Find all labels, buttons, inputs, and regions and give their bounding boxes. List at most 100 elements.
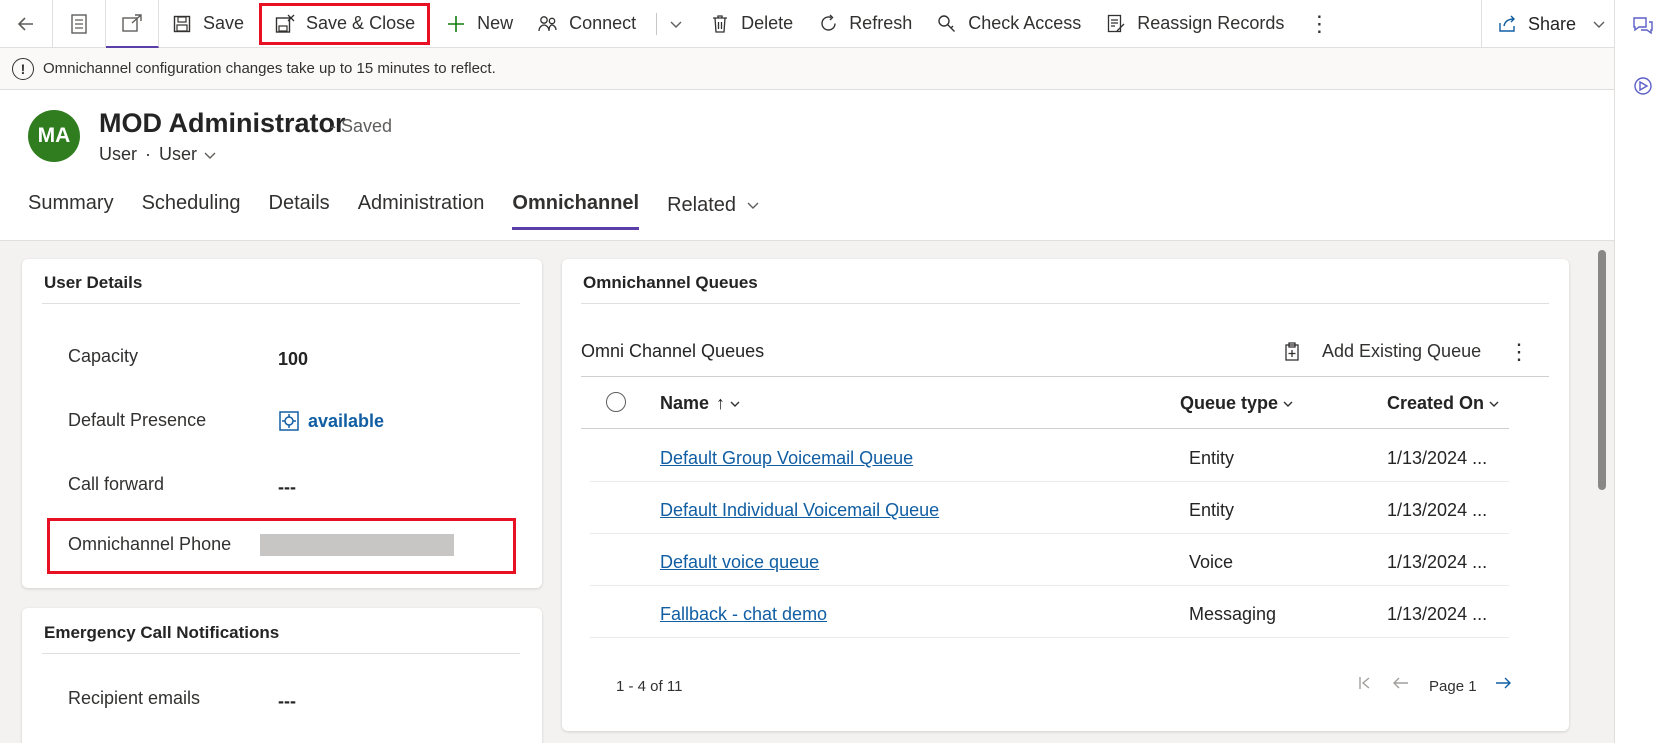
save-close-button[interactable]: Save & Close	[256, 0, 433, 48]
column-header-name[interactable]: Name ↑	[660, 393, 741, 414]
column-header-queue-type[interactable]: Queue type	[1180, 393, 1294, 414]
call-forward-label: Call forward	[68, 474, 165, 494]
tab-related[interactable]: Related	[667, 192, 760, 230]
previous-page-icon[interactable]	[1392, 675, 1410, 696]
sort-ascending-icon: ↑	[716, 393, 726, 413]
reassign-records-button[interactable]: Reassign Records	[1093, 0, 1296, 48]
connect-dropdown-button[interactable]	[665, 0, 697, 48]
avatar-initials: MA	[37, 124, 71, 147]
first-page-icon[interactable]	[1357, 675, 1373, 696]
chevron-down-icon	[204, 152, 216, 159]
queue-name-link[interactable]: Fallback - chat demo	[660, 604, 827, 625]
omnichannel-queues-section: Omnichannel Queues Omni Channel Queues A…	[562, 259, 1569, 731]
queue-type-cell: Entity	[1189, 448, 1235, 468]
chevron-down-icon	[1283, 401, 1293, 407]
share-button[interactable]: Share	[1481, 0, 1620, 48]
section-divider	[42, 303, 520, 304]
divider	[656, 12, 658, 35]
created-on-cell: 1/13/2024 ...	[1387, 448, 1488, 468]
save-close-label: Save & Close	[306, 13, 416, 33]
queue-type-cell: Messaging	[1189, 604, 1277, 624]
default-presence-lookup[interactable]: available	[278, 410, 384, 432]
back-arrow-icon	[17, 16, 33, 31]
save-button[interactable]: Save	[159, 0, 256, 48]
tab-summary[interactable]: Summary	[28, 192, 114, 230]
chevron-down-icon	[747, 202, 759, 209]
queue-name-link[interactable]: Default Group Voicemail Queue	[660, 448, 913, 469]
save-icon	[171, 13, 193, 35]
omnichannel-phone-field[interactable]	[260, 534, 454, 556]
entity-name: User	[99, 144, 138, 164]
add-existing-queue-button[interactable]: Add Existing Queue	[1284, 341, 1481, 362]
default-presence-label: Default Presence	[68, 410, 207, 430]
queue-type-cell: Voice	[1189, 552, 1234, 572]
section-title: User Details	[44, 273, 143, 292]
column-type-label: Queue type	[1180, 393, 1279, 413]
capacity-label: Capacity	[68, 346, 139, 366]
grid-header-divider	[581, 428, 1509, 429]
chevron-down-icon	[1489, 401, 1499, 407]
more-vertical-icon: ⋮	[1308, 10, 1331, 36]
form-view-button[interactable]	[53, 0, 106, 48]
created-on-cell: 1/13/2024 ...	[1387, 604, 1488, 624]
recipient-emails-value[interactable]: ---	[278, 691, 296, 712]
column-header-created-on[interactable]: Created On	[1387, 393, 1500, 414]
popout-button[interactable]	[106, 0, 159, 48]
refresh-icon	[817, 13, 839, 35]
add-record-icon	[1285, 341, 1299, 361]
check-access-label: Check Access	[968, 13, 1082, 33]
tab-scheduling[interactable]: Scheduling	[142, 192, 241, 230]
tab-omnichannel[interactable]: Omnichannel	[512, 192, 640, 230]
section-divider	[42, 653, 520, 654]
info-icon: !	[12, 57, 34, 80]
queue-name-link[interactable]: Default Individual Voicemail Queue	[660, 500, 939, 521]
row-divider	[590, 637, 1509, 638]
call-forward-value[interactable]: ---	[278, 477, 296, 498]
chevron-down-icon	[1593, 21, 1605, 28]
default-presence-value: available	[308, 410, 385, 431]
save-label: Save	[203, 13, 245, 33]
refresh-button[interactable]: Refresh	[805, 0, 924, 48]
tab-related-label: Related	[667, 193, 737, 216]
form-icon	[71, 13, 87, 34]
form-name: User	[159, 144, 198, 164]
save-status: - Saved	[330, 116, 393, 136]
column-name-label: Name	[660, 393, 710, 413]
check-access-button[interactable]: Check Access	[924, 0, 1093, 48]
row-divider	[590, 585, 1509, 586]
open-new-window-icon	[122, 13, 142, 32]
share-icon	[1499, 15, 1515, 32]
share-label: Share	[1528, 13, 1577, 34]
trash-icon	[709, 13, 731, 35]
new-button[interactable]: New	[433, 0, 525, 48]
record-subtitle: User · User	[99, 144, 217, 165]
form-selector[interactable]: User	[159, 144, 217, 165]
more-commands-button[interactable]: ⋮	[1296, 0, 1342, 48]
tab-administration[interactable]: Administration	[358, 192, 485, 230]
right-side-pane	[1614, 0, 1671, 743]
separator-dot: ·	[145, 144, 152, 164]
avatar: MA	[28, 110, 80, 162]
queue-type-cell: Entity	[1189, 500, 1235, 520]
back-button[interactable]	[0, 0, 53, 48]
more-vertical-icon[interactable]: ⋮	[1508, 339, 1530, 365]
section-divider	[581, 303, 1549, 304]
tab-details[interactable]: Details	[269, 192, 330, 230]
connect-button[interactable]: Connect	[525, 0, 648, 48]
reassign-label: Reassign Records	[1137, 13, 1285, 33]
omnichannel-phone-label: Omnichannel Phone	[68, 534, 232, 554]
save-close-icon	[274, 13, 296, 35]
record-count: 1 - 4 of 11	[616, 678, 683, 695]
add-existing-queue-label: Add Existing Queue	[1322, 341, 1482, 361]
scrollbar-thumb[interactable]	[1598, 250, 1606, 490]
form-tabs: Summary Scheduling Details Administratio…	[28, 192, 788, 230]
select-all-checkbox[interactable]	[606, 392, 626, 412]
next-page-icon[interactable]	[1494, 675, 1512, 696]
delete-button[interactable]: Delete	[697, 0, 805, 48]
created-on-cell: 1/13/2024 ...	[1387, 500, 1488, 520]
queue-name-link[interactable]: Default voice queue	[660, 552, 819, 573]
capacity-value[interactable]: 100	[278, 349, 308, 370]
chat-icon[interactable]	[1631, 14, 1655, 38]
section-title: Omnichannel Queues	[583, 273, 758, 292]
copilot-icon[interactable]	[1631, 74, 1655, 98]
